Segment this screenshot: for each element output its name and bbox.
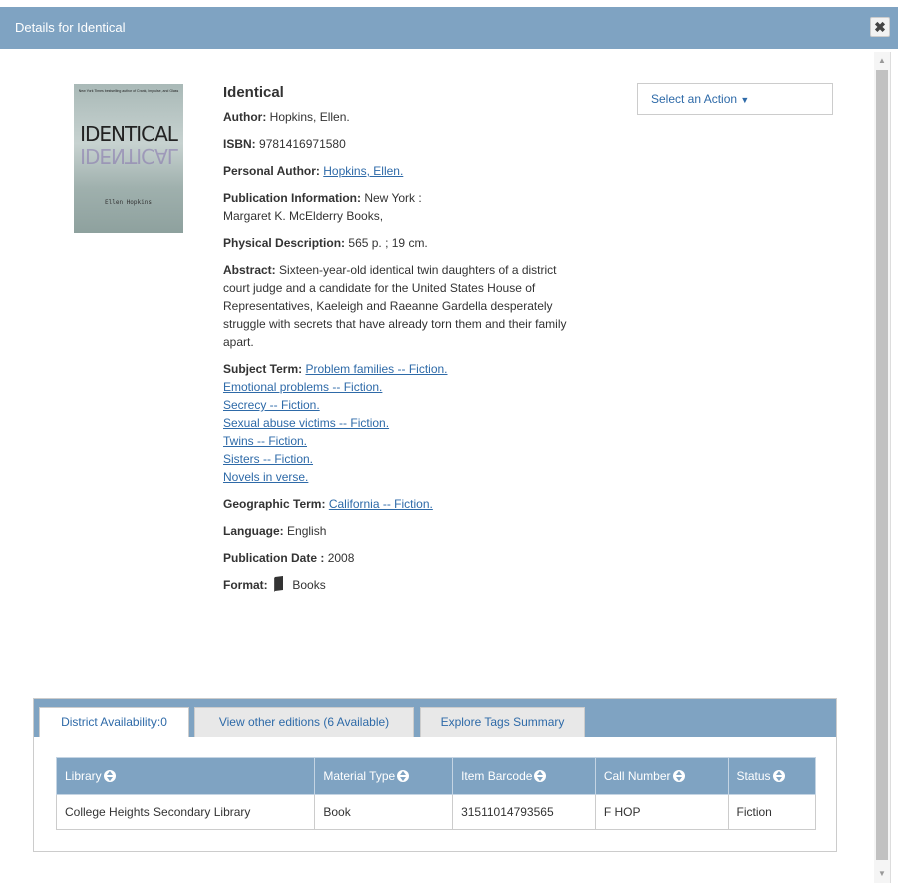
sort-icon[interactable] [397, 770, 410, 782]
physical-description-label: Physical Description: [223, 236, 346, 250]
cell-call-number: F HOP [594, 794, 729, 830]
tab-explore-tags[interactable]: Explore Tags Summary [420, 707, 585, 737]
author-value: Hopkins, Ellen. [269, 110, 350, 124]
isbn-label: ISBN: [223, 137, 256, 151]
publication-info-row: Publication Information: New York : Marg… [223, 189, 573, 225]
tab-other-editions[interactable]: View other editions (6 Available) [194, 707, 414, 737]
select-action-label: Select an Action ▼ [651, 92, 750, 106]
format-label: Format: [223, 578, 268, 592]
dialog-title: Details for Identical [15, 20, 126, 35]
personal-author-label: Personal Author: [223, 164, 320, 178]
scroll-up-arrow-icon[interactable]: ▲ [874, 54, 890, 68]
cell-material-type: Book [314, 794, 454, 830]
table-row: College Heights Secondary Library Book 3… [55, 794, 817, 830]
caret-down-icon: ▼ [740, 95, 750, 105]
subject-link[interactable]: Secrecy -- Fiction. [223, 396, 573, 414]
subject-link[interactable]: Twins -- Fiction. [223, 432, 573, 450]
subject-link[interactable]: Sisters -- Fiction. [223, 450, 573, 468]
publication-date-label: Publication Date : [223, 551, 325, 565]
sort-icon[interactable] [672, 770, 685, 782]
close-icon: ✖ [874, 19, 886, 35]
geographic-term-row: Geographic Term: California -- Fiction. [223, 495, 573, 513]
publication-info-line2: Margaret K. McElderry Books, [223, 209, 384, 223]
format-row: Format: Books [223, 576, 573, 594]
dialog-header: Details for Identical ✖ [0, 7, 898, 49]
author-row: Author: Hopkins, Ellen. [223, 108, 573, 126]
subject-term-row: Subject Term: Problem families -- Fictio… [223, 360, 573, 486]
subject-term-label: Subject Term: [223, 362, 303, 376]
cover-tagline: New York Times bestselling author of Cra… [78, 89, 179, 93]
book-title: Identical [223, 84, 284, 101]
tab-bar: District Availability:0 View other editi… [34, 699, 836, 737]
subject-link[interactable]: Problem families -- Fiction. [305, 362, 447, 376]
subject-link[interactable]: Sexual abuse victims -- Fiction. [223, 414, 573, 432]
abstract-row: Abstract: Sixteen-year-old identical twi… [223, 261, 568, 351]
format-value: Books [292, 578, 326, 592]
column-header-material-type[interactable]: Material Type [314, 757, 454, 795]
vertical-scrollbar[interactable]: ▲ ▼ [874, 52, 890, 883]
cell-item-barcode: 31511014793565 [452, 794, 596, 830]
book-cover-image: New York Times bestselling author of Cra… [74, 84, 183, 233]
sort-icon[interactable] [534, 770, 547, 782]
language-label: Language: [223, 524, 284, 538]
scroll-down-arrow-icon[interactable]: ▼ [874, 867, 890, 881]
publication-info-line1: New York : [364, 191, 422, 205]
publication-info-label: Publication Information: [223, 191, 361, 205]
cover-title: IDENTICAL [80, 122, 178, 146]
column-header-library[interactable]: Library [55, 757, 316, 795]
tab-district-availability[interactable]: District Availability:0 [39, 707, 189, 737]
select-action-dropdown[interactable]: Select an Action ▼ [637, 83, 833, 115]
subject-list: Emotional problems -- Fiction. Secrecy -… [223, 378, 573, 486]
language-value: English [287, 524, 327, 538]
publication-date-row: Publication Date : 2008 [223, 549, 573, 567]
availability-panel: District Availability:0 View other editi… [33, 698, 837, 852]
abstract-label: Abstract: [223, 263, 276, 277]
column-header-item-barcode[interactable]: Item Barcode [452, 757, 596, 795]
dialog-titlebar: Details for Identical ✖ [0, 0, 898, 52]
cover-title-reflection: IDENTICAL [80, 144, 177, 168]
cell-library: College Heights Secondary Library [55, 794, 316, 830]
close-button[interactable]: ✖ [870, 17, 890, 37]
physical-description-value: 565 p. ; 19 cm. [348, 236, 428, 250]
subject-link[interactable]: Novels in verse. [223, 468, 573, 486]
page-edge [890, 52, 898, 883]
physical-description-row: Physical Description: 565 p. ; 19 cm. [223, 234, 573, 252]
column-header-call-number[interactable]: Call Number [594, 757, 729, 795]
sort-icon[interactable] [772, 770, 785, 782]
geographic-term-label: Geographic Term: [223, 497, 326, 511]
scroll-thumb[interactable] [876, 70, 888, 860]
isbn-value: 9781416971580 [259, 137, 346, 151]
personal-author-row: Personal Author: Hopkins, Ellen. [223, 162, 573, 180]
availability-table: Library Material Type Item Barcode Call … [55, 757, 817, 830]
publication-date-value: 2008 [327, 551, 355, 565]
isbn-row: ISBN: 9781416971580 [223, 135, 573, 153]
language-row: Language: English [223, 522, 573, 540]
cover-author: Ellen Hopkins [105, 199, 152, 206]
book-icon [274, 576, 284, 592]
personal-author-link[interactable]: Hopkins, Ellen. [323, 164, 403, 178]
table-header-row: Library Material Type Item Barcode Call … [55, 757, 817, 795]
geographic-term-link[interactable]: California -- Fiction. [329, 497, 433, 511]
sort-icon[interactable] [103, 770, 116, 782]
cell-status: Fiction [727, 794, 817, 830]
author-label: Author: [223, 110, 267, 124]
book-details: Identical Author: Hopkins, Ellen. ISBN: … [223, 84, 573, 603]
subject-link[interactable]: Emotional problems -- Fiction. [223, 378, 573, 396]
column-header-status[interactable]: Status [727, 757, 817, 795]
